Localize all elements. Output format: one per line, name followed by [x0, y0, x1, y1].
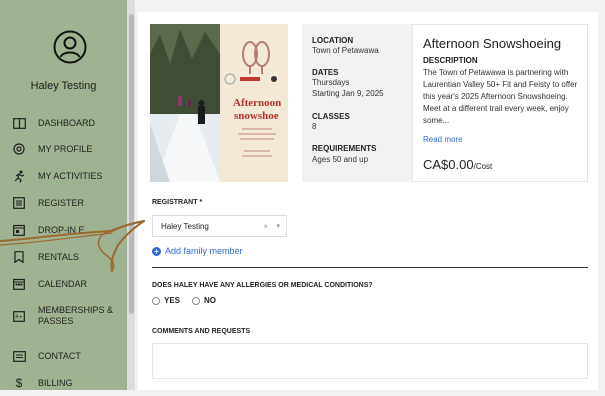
id-card-icon: R+	[12, 309, 26, 323]
comments-label: COMMENTS AND REQUESTS	[152, 328, 251, 335]
at-icon	[12, 142, 26, 156]
clear-icon[interactable]: ×	[263, 222, 268, 231]
nav-item-contact[interactable]: CONTACT	[12, 343, 127, 369]
price-suffix: /Cost	[473, 162, 493, 171]
nav-label: MY ACTIVITIES	[38, 170, 103, 181]
nav-item-billing[interactable]: $ BILLING	[12, 370, 127, 396]
description-text: The Town of Petawawa is partnering with …	[423, 68, 578, 125]
classes-label: CLASSES	[312, 112, 350, 121]
comments-textarea[interactable]	[152, 343, 588, 379]
nav-label: MY PROFILE	[38, 143, 93, 154]
book-icon	[12, 116, 26, 130]
nav-label: MEMBERSHIPS & PASSES	[38, 305, 114, 326]
classes-value: 8	[312, 122, 317, 131]
nav-item-my-activities[interactable]: MY ACTIVITIES	[12, 163, 127, 189]
message-icon	[12, 349, 26, 363]
allergy-options: YES NO	[152, 296, 216, 305]
nav-label: CALENDAR	[38, 278, 88, 289]
price-value: CA$0.00	[423, 157, 474, 172]
nav-item-memberships[interactable]: R+ MEMBERSHIPS & PASSES	[12, 300, 127, 332]
nav-label: REGISTER	[38, 197, 85, 208]
radio-yes-label[interactable]: YES	[164, 296, 180, 305]
add-family-member-button[interactable]: + Add family member	[152, 246, 243, 256]
nav-label: DASHBOARD	[38, 117, 96, 128]
list-icon	[12, 196, 26, 210]
nav-item-my-profile[interactable]: MY PROFILE	[12, 136, 127, 162]
poster-photo	[150, 24, 220, 182]
poster-title-line1: Afternoon	[233, 97, 281, 109]
allergy-question: DOES HALEY HAVE ANY ALLERGIES OR MEDICAL…	[152, 282, 373, 289]
user-avatar-icon[interactable]	[53, 30, 87, 64]
nav-item-register[interactable]: REGISTER	[12, 190, 127, 216]
requirements-label: REQUIREMENTS	[312, 144, 377, 153]
nav-label: CONTACT	[38, 350, 81, 361]
location-label: LOCATION	[312, 36, 354, 45]
calendar-icon	[12, 277, 26, 291]
registrant-label: REGISTRANT *	[152, 199, 203, 206]
nav-item-dashboard[interactable]: DASHBOARD	[12, 110, 127, 136]
nav-label: BILLING	[38, 377, 73, 388]
requirements-value: Ages 50 and up	[312, 155, 369, 164]
dates-value-2: Starting Jan 9, 2025	[312, 89, 384, 98]
section-divider	[152, 267, 588, 268]
radio-yes[interactable]	[152, 296, 160, 305]
runner-icon	[12, 169, 26, 183]
dates-label: DATES	[312, 68, 339, 77]
registrant-value: Haley Testing	[161, 221, 209, 231]
description-label: DESCRIPTION	[423, 56, 478, 65]
read-more-link[interactable]: Read more	[423, 135, 463, 144]
poster-title-line2: snowshoe	[234, 110, 279, 122]
radio-no[interactable]	[192, 296, 201, 305]
plus-circle-icon: +	[152, 246, 161, 256]
dates-value-1: Thursdays	[312, 78, 350, 87]
chevron-down-icon[interactable]: ▾	[276, 222, 280, 230]
program-title: Afternoon Snowshoeing	[423, 36, 562, 51]
dollar-icon: $	[15, 376, 23, 390]
location-value: Town of Petawawa	[312, 46, 379, 55]
registrant-select[interactable]: Haley Testing × ▾	[152, 215, 287, 237]
program-price: CA$0.00/Cost	[423, 157, 492, 172]
add-family-label: Add family member	[165, 246, 243, 256]
user-name: Haley Testing	[30, 80, 97, 92]
svg-text:R+: R+	[15, 314, 23, 320]
radio-no-label[interactable]: NO	[204, 296, 216, 305]
annotation-arrow-icon	[0, 220, 145, 272]
